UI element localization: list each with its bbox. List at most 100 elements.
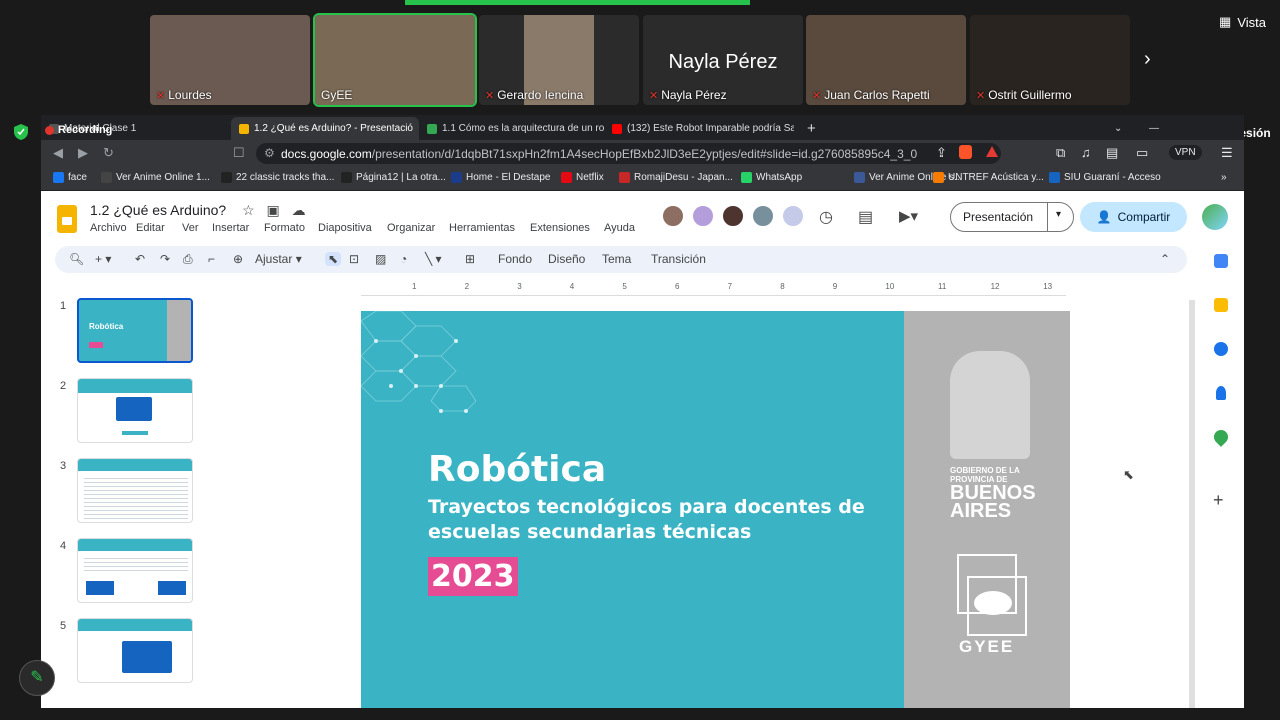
textbox-icon[interactable]: ⊡ [349, 252, 359, 266]
shape-icon[interactable]: ◔ [400, 252, 407, 266]
back-icon[interactable]: ◀ [53, 145, 63, 161]
chevron-down-icon[interactable]: ▾ [1056, 209, 1061, 220]
participant-tile[interactable]: ✕ Juan Carlos Rapetti [806, 15, 966, 105]
redo-icon[interactable]: ↷ [160, 252, 170, 266]
chevron-right-icon[interactable]: › [1144, 48, 1151, 71]
bookmark-item[interactable]: Netflix [561, 172, 604, 183]
line-icon[interactable]: ╲ ▾ [425, 252, 442, 266]
zoom-icon[interactable]: ⊕ [233, 252, 243, 266]
slide-thumbnail[interactable] [77, 618, 193, 683]
menu-item[interactable]: Ver [182, 222, 199, 234]
participant-tile[interactable]: ✕ Gerardo Iencina [479, 15, 639, 105]
bookmark-item[interactable]: Home - El Destape [451, 172, 550, 183]
slide-canvas[interactable]: Robótica Trayectos tecnológicos para doc… [361, 311, 1070, 710]
comment-icon[interactable]: ▤ [858, 207, 873, 227]
paint-format-icon[interactable]: ⌐ [208, 252, 215, 266]
slide-thumbnail[interactable] [77, 538, 193, 603]
participant-tile[interactable]: ✕ Lourdes [150, 15, 310, 105]
music-icon[interactable]: ♫ [1081, 145, 1091, 160]
participant-tile[interactable]: ✕ Ostrit Guillermo [970, 15, 1130, 105]
maps-icon[interactable] [1211, 427, 1231, 447]
new-slide-icon[interactable]: + ▾ [95, 252, 111, 266]
more-bookmarks-icon[interactable]: » [1221, 172, 1227, 183]
undo-icon[interactable]: ↶ [135, 252, 145, 266]
chevron-down-icon[interactable]: ⌄ [1106, 117, 1130, 140]
avatar[interactable] [751, 204, 775, 228]
site-info-icon[interactable]: ⚙ [264, 146, 275, 160]
pencil-icon[interactable]: ✎ [19, 660, 55, 696]
menu-icon[interactable]: ☰ [1221, 145, 1233, 161]
menu-item[interactable]: Extensiones [530, 222, 590, 234]
keep-icon[interactable] [1214, 298, 1228, 312]
slide-thumbnail[interactable] [77, 458, 193, 523]
history-icon[interactable]: ◷ [819, 207, 833, 227]
bookmark-item[interactable]: SIU Guaraní - Acceso [1049, 172, 1161, 183]
tab[interactable]: 1.1 Cómo es la arquitectura de un rob [419, 117, 604, 140]
comment-add-icon[interactable]: ⊞ [465, 252, 475, 266]
avatar[interactable] [691, 204, 715, 228]
menu-item[interactable]: Insertar [212, 222, 249, 234]
tasks-icon[interactable] [1214, 342, 1228, 356]
tab[interactable]: (132) Este Robot Imparable podría Sal [604, 117, 794, 140]
bookmark-item[interactable]: 22 classic tracks tha... [221, 172, 334, 183]
cloud-icon[interactable]: ☁ [292, 202, 306, 218]
url-field[interactable]: ⚙ docs.google.com/presentation/d/1dqbBt7… [256, 143, 1001, 164]
scrollbar[interactable] [1189, 300, 1195, 710]
menu-item[interactable]: Archivo [90, 222, 127, 234]
menu-item[interactable]: Diapositiva [318, 222, 372, 234]
search-icon[interactable]: 🔍︎ [69, 252, 84, 266]
reading-list-icon[interactable]: ▤ [1106, 145, 1118, 161]
bookmark-item[interactable]: Página12 | La otra... [341, 172, 446, 183]
bookmark-item[interactable]: WhatsApp [741, 172, 802, 183]
bookmark-item[interactable]: face [53, 172, 87, 183]
contacts-icon[interactable] [1216, 386, 1226, 400]
add-addon-icon[interactable]: + [1213, 490, 1224, 511]
new-tab-button[interactable]: + [799, 117, 823, 140]
folder-icon[interactable]: ▣ [267, 202, 280, 218]
forward-icon[interactable]: ▶ [78, 145, 88, 161]
minimize-button[interactable]: — [1141, 117, 1165, 140]
menu-item[interactable]: Formato [264, 222, 305, 234]
extensions-icon[interactable]: ⧉ [1056, 145, 1065, 161]
select-tool-icon[interactable]: ⬉ [325, 252, 342, 266]
bookmark-icon[interactable]: ☐ [233, 145, 245, 161]
image-icon[interactable]: ▨ [375, 252, 386, 266]
slides-logo-icon[interactable] [57, 205, 77, 233]
theme-button[interactable]: Tema [602, 252, 631, 266]
bookmark-item[interactable]: Ver Anime Online 1... [101, 172, 210, 183]
sidebar-icon[interactable]: ▭ [1136, 145, 1148, 161]
chevron-up-icon[interactable]: ⌃ [1160, 252, 1170, 266]
more-users-icon[interactable] [781, 204, 805, 228]
slide-thumbnail[interactable] [77, 378, 193, 443]
share-button[interactable]: 👤 Compartir [1080, 202, 1187, 232]
brave-shield-icon[interactable] [959, 145, 972, 159]
meet-icon[interactable]: ▶▾ [899, 207, 918, 225]
share-icon[interactable]: ⇪ [936, 145, 947, 161]
participant-tile-active[interactable]: GyEE [313, 13, 477, 107]
vpn-button[interactable]: VPN [1169, 145, 1202, 160]
present-button[interactable]: Presentación ▾ [950, 202, 1074, 232]
menu-item[interactable]: Editar [136, 222, 165, 234]
tab-active[interactable]: 1.2 ¿Qué es Arduino? - Presentació✕ [231, 117, 419, 140]
menu-item[interactable]: Ayuda [604, 222, 635, 234]
participant-tile[interactable]: Nayla Pérez ✕ Nayla Pérez [643, 15, 803, 105]
slide-thumbnail[interactable]: Robótica [77, 298, 193, 363]
star-icon[interactable]: ☆ [242, 202, 255, 218]
avatar[interactable] [661, 204, 685, 228]
bookmark-item[interactable]: RomajiDesu - Japan... [619, 172, 733, 183]
print-icon[interactable]: ⎙ [183, 252, 193, 267]
bookmark-item[interactable]: UNTREF Acústica y... [933, 172, 1044, 183]
layout-button[interactable]: Diseño [548, 252, 585, 266]
transition-button[interactable]: Transición [651, 252, 706, 266]
zoom-select[interactable]: Ajustar ▾ [255, 252, 302, 266]
reload-icon[interactable]: ↻ [103, 145, 114, 161]
calendar-icon[interactable] [1214, 254, 1228, 268]
menu-item[interactable]: Organizar [387, 222, 435, 234]
account-avatar[interactable] [1202, 204, 1228, 230]
background-button[interactable]: Fondo [498, 252, 532, 266]
document-title[interactable]: 1.2 ¿Qué es Arduino? ☆ ▣ ☁ [90, 202, 306, 219]
brave-rewards-icon[interactable] [986, 146, 998, 157]
view-button[interactable]: ▦ Vista [1219, 14, 1266, 30]
avatar[interactable] [721, 204, 745, 228]
menu-item[interactable]: Herramientas [449, 222, 515, 234]
